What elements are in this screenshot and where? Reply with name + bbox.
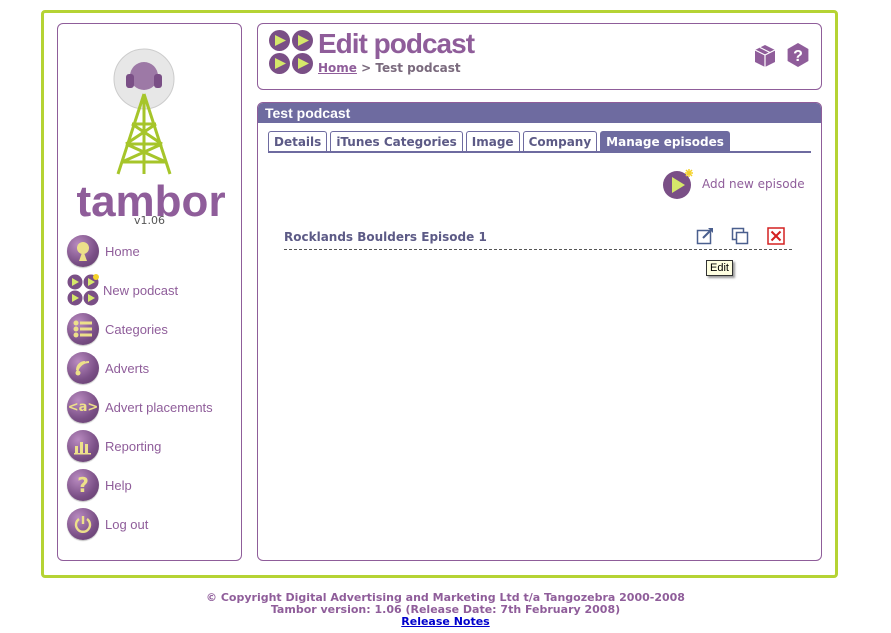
panel-title: Test podcast — [258, 103, 821, 123]
tab-bar: Details iTunes Categories Image Company … — [268, 131, 733, 152]
tab-image[interactable]: Image — [465, 131, 520, 152]
edit-icon[interactable] — [696, 227, 714, 245]
sidebar-item-label: Log out — [105, 516, 149, 532]
add-episode-icon — [663, 169, 693, 199]
delete-icon[interactable] — [767, 227, 785, 245]
breadcrumb-current: Test podcast — [375, 61, 461, 75]
add-episode-button[interactable]: Add new episode — [662, 168, 805, 200]
tab-manage-episodes[interactable]: Manage episodes — [600, 131, 730, 152]
breadcrumb: Home > Test podcast — [318, 61, 461, 75]
sidebar-item-adverts[interactable]: Adverts — [67, 351, 149, 385]
copy-icon[interactable] — [731, 227, 749, 245]
sidebar-item-label: Home — [105, 243, 140, 259]
podcast-logo-icon — [269, 30, 313, 74]
tambor-logo: tambor — [76, 48, 226, 226]
episode-row: Rocklands Boulders Episode 1 — [284, 227, 792, 250]
tab-divider — [268, 151, 811, 153]
sidebar-item-categories[interactable]: Categories — [67, 312, 168, 346]
edit-tooltip: Edit — [706, 260, 733, 276]
svg-text:?: ? — [793, 48, 803, 65]
sidebar-item-advert-placements[interactable]: <a> Advert placements — [67, 390, 213, 424]
sidebar-item-new-podcast[interactable]: New podcast — [67, 273, 178, 307]
sidebar-item-label: Advert placements — [105, 399, 213, 415]
breadcrumb-home-link[interactable]: Home — [318, 61, 357, 75]
add-episode-label: Add new episode — [702, 177, 805, 191]
tab-itunes-categories[interactable]: iTunes Categories — [330, 131, 463, 152]
tab-company[interactable]: Company — [522, 131, 598, 152]
page-header: Edit podcast Home > Test podcast ? — [257, 23, 822, 90]
home-icon — [67, 235, 99, 267]
sidebar-item-label: New podcast — [103, 282, 179, 298]
sidebar-item-label: Help — [105, 477, 132, 493]
adverts-icon — [67, 352, 99, 384]
main-panel: Test podcast Details iTunes Categories I… — [257, 102, 822, 561]
sidebar-item-reporting[interactable]: Reporting — [67, 429, 161, 463]
help-icon: ? — [67, 469, 99, 501]
categories-icon — [67, 313, 99, 345]
sidebar-item-logout[interactable]: Log out — [67, 507, 148, 541]
sidebar-item-home[interactable]: Home — [67, 234, 140, 268]
sidebar-item-help[interactable]: ? Help — [67, 468, 132, 502]
logout-icon — [67, 508, 99, 540]
help-icon[interactable]: ? — [785, 42, 811, 68]
page-title: Edit podcast — [318, 28, 475, 59]
package-icon[interactable] — [752, 42, 778, 68]
version-label: v1.06 — [133, 214, 165, 227]
advert-placements-icon: <a> — [67, 391, 99, 423]
tab-details[interactable]: Details — [268, 131, 328, 152]
release-notes-link[interactable]: Release Notes — [401, 615, 489, 628]
sidebar-item-label: Categories — [105, 321, 168, 337]
footer: © Copyright Digital Advertising and Mark… — [0, 592, 891, 628]
sidebar-item-label: Reporting — [105, 438, 162, 454]
breadcrumb-separator: > — [356, 61, 376, 75]
sidebar-item-label: Adverts — [105, 360, 150, 376]
episode-title: Rocklands Boulders Episode 1 — [284, 230, 487, 244]
reporting-icon — [67, 430, 99, 462]
sidebar: tambor v1.06 Home New podcast Categories… — [57, 23, 242, 561]
new-podcast-icon — [67, 274, 99, 306]
